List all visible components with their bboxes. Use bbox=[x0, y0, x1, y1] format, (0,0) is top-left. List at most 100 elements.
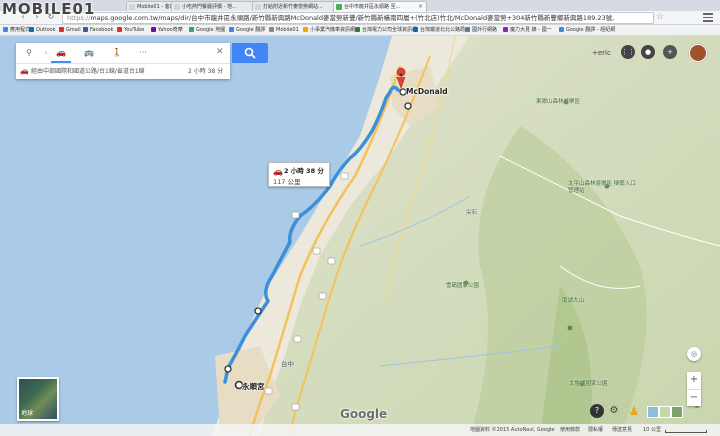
place-label[interactable]: 太平山森林遊樂區 棲蘭入口管理站 bbox=[568, 181, 638, 195]
bookmark-item[interactable]: Gmail bbox=[59, 25, 81, 35]
bookmark-item[interactable]: Google 地圖 bbox=[189, 25, 225, 35]
bookmark-label: 台灣電力公司全球資訊網 bbox=[362, 27, 418, 33]
copyright-text: 地圖資料 ©2015 AutoNavi, Google bbox=[470, 427, 555, 433]
scale-label: 10 公里 bbox=[643, 427, 661, 433]
chevron-icon: › bbox=[44, 48, 48, 57]
tab-favicon-icon bbox=[174, 4, 180, 10]
destination-label[interactable]: McDonald bbox=[406, 87, 448, 96]
bookmark-item[interactable]: Outlook bbox=[29, 25, 55, 35]
bookmark-item[interactable]: 台灣鐵道北北公路局 bbox=[413, 25, 465, 35]
map-canvas[interactable] bbox=[0, 36, 720, 436]
bookmark-item[interactable]: Google 翻譯 bbox=[229, 25, 265, 35]
bookmark-item[interactable]: 國外行網路 bbox=[465, 25, 497, 35]
bookmark-label: 小事業汽機車資訊網 bbox=[310, 27, 356, 33]
signpost-icon[interactable]: ⚲ bbox=[22, 47, 36, 59]
highway-shield bbox=[327, 257, 336, 265]
place-label[interactable]: 雪霸國家公園 bbox=[446, 281, 479, 289]
url-input[interactable]: https://maps.google.com.tw/maps/dir/台中市龍… bbox=[62, 12, 654, 24]
apps-grid-icon[interactable]: ⋮⋮ bbox=[621, 45, 635, 59]
bookmark-item[interactable]: Mobile01 bbox=[269, 25, 299, 35]
close-icon[interactable]: ✕ bbox=[216, 47, 224, 57]
bookmark-favicon-icon bbox=[59, 27, 64, 32]
bookmark-item[interactable]: 應用程式 bbox=[3, 25, 30, 35]
bookmark-favicon-icon bbox=[269, 27, 274, 32]
user-name-link[interactable]: +eric bbox=[592, 45, 611, 61]
waypoint-marker bbox=[404, 102, 412, 110]
place-label[interactable]: 東眼山森林遊樂區 bbox=[536, 97, 580, 105]
imagery-thumb[interactable] bbox=[671, 406, 683, 418]
expand-icon[interactable]: ⌃ bbox=[690, 405, 704, 417]
close-tab-icon[interactable]: × bbox=[418, 2, 423, 12]
bookmark-label: Outlook bbox=[36, 27, 56, 33]
help-icon[interactable]: ? bbox=[590, 404, 604, 418]
place-label[interactable]: 南湖大山 bbox=[562, 296, 584, 304]
tab-label: 打給附近新竹麥當勞網站... bbox=[263, 4, 323, 10]
imagery-thumb[interactable] bbox=[647, 406, 659, 418]
pegman-icon[interactable]: ♟ bbox=[627, 404, 641, 418]
bookmark-favicon-icon bbox=[465, 27, 470, 32]
place-label[interactable]: 太魯閣國家公園 bbox=[569, 379, 608, 387]
compass-icon[interactable]: ◎ bbox=[687, 347, 701, 361]
bookmark-star-icon[interactable]: ☆ bbox=[656, 12, 664, 22]
feedback-link[interactable]: 傳送意見 bbox=[612, 424, 632, 436]
bus-icon[interactable]: 🚌 bbox=[82, 47, 96, 59]
imagery-thumb[interactable] bbox=[659, 406, 671, 418]
bookmark-favicon-icon bbox=[29, 27, 34, 32]
bookmark-favicon-icon bbox=[413, 27, 418, 32]
bookmark-label: Yahoo奇摩 bbox=[158, 27, 183, 33]
car-icon: 🚗 bbox=[20, 67, 29, 75]
zoom-out-button[interactable]: − bbox=[687, 389, 701, 406]
bookmark-item[interactable]: 魔力大見 錄 - 國一 bbox=[503, 25, 552, 35]
bookmark-item[interactable]: Yahoo奇摩 bbox=[151, 25, 183, 35]
waypoint-marker bbox=[224, 365, 232, 373]
tab-label: 台中市龍井區永順路 至... bbox=[344, 4, 401, 10]
zoom-in-button[interactable]: + bbox=[687, 372, 701, 388]
car-icon: 🚗 bbox=[273, 167, 283, 176]
search-icon bbox=[244, 47, 256, 59]
bookmark-favicon-icon bbox=[303, 27, 308, 32]
bookmark-label: Facebook bbox=[90, 27, 114, 33]
bookmark-item[interactable]: Google 翻譯 - 經紀網 bbox=[559, 25, 615, 35]
bookmark-item[interactable]: 小事業汽機車資訊網 bbox=[303, 25, 355, 35]
bookmark-label: 魔力大見 錄 - 國一 bbox=[510, 27, 552, 33]
bookmarks-bar: 應用程式 Outlook Gmail Facebook YouTube Yahoo奇摩 Go… bbox=[0, 25, 720, 36]
browser-menu-icon[interactable] bbox=[703, 13, 713, 22]
place-label[interactable]: 尖石 bbox=[466, 208, 477, 216]
earth-view-toggle[interactable]: 地球 bbox=[17, 377, 59, 421]
bookmark-label: YouTube bbox=[124, 27, 145, 33]
bubble-duration: 2 小時 38 分 bbox=[284, 167, 324, 175]
highway-shield bbox=[340, 172, 349, 180]
route-option[interactable]: 🚗 經由中部國際和國道公路/台1線/省道台1線 2 小時 38 分 bbox=[16, 64, 230, 79]
route-info-bubble[interactable]: 🚗 2 小時 38 分 117 公里 bbox=[268, 162, 330, 187]
scale-bar bbox=[665, 430, 707, 433]
walk-icon[interactable]: 🚶 bbox=[110, 47, 124, 59]
notifications-icon[interactable]: ● bbox=[641, 45, 655, 59]
bookmark-favicon-icon bbox=[117, 27, 122, 32]
car-icon[interactable]: 🚗 bbox=[51, 47, 71, 63]
browser-tab-active[interactable]: 台中市龍井區永順路 至... × bbox=[333, 1, 427, 12]
avatar[interactable] bbox=[689, 44, 707, 62]
bookmark-item[interactable]: YouTube bbox=[117, 25, 144, 35]
gear-icon[interactable]: ⚙ bbox=[607, 404, 621, 418]
imagery-thumbnails[interactable] bbox=[647, 404, 683, 418]
tab-favicon-icon bbox=[255, 4, 261, 10]
share-icon[interactable]: + bbox=[663, 45, 677, 59]
bookmark-label: 台灣鐵道北北公路局 bbox=[420, 27, 466, 33]
highway-shield bbox=[293, 335, 302, 343]
bookmark-label: Google 翻譯 - 經紀網 bbox=[566, 27, 616, 33]
bookmark-favicon-icon bbox=[559, 27, 564, 32]
bookmark-item[interactable]: 台灣電力公司全球資訊網 bbox=[355, 25, 417, 35]
bubble-distance: 117 公里 bbox=[273, 178, 301, 186]
more-icon[interactable]: ··· bbox=[136, 47, 150, 59]
bookmark-label: Google 翻譯 bbox=[236, 27, 266, 33]
search-button[interactable] bbox=[232, 43, 268, 63]
bookmark-item[interactable]: Facebook bbox=[83, 25, 114, 35]
terms-link[interactable]: 使用條款 bbox=[560, 424, 580, 436]
travel-mode-bar: ⚲ › 🚗 🚌 🚶 ··· ✕ bbox=[16, 43, 230, 64]
privacy-link[interactable]: 隱私權 bbox=[588, 424, 603, 436]
bookmark-favicon-icon bbox=[83, 27, 88, 32]
url-path: maps.google.com.tw/maps/dir/台中市龍井區永順路/新竹… bbox=[90, 14, 615, 22]
place-label[interactable]: 台中 bbox=[281, 358, 294, 368]
origin-label[interactable]: 永順宮 bbox=[242, 381, 265, 392]
map-footer: 地圖資料 ©2015 AutoNavi, Google 使用條款 隱私權 傳送意… bbox=[0, 424, 720, 436]
